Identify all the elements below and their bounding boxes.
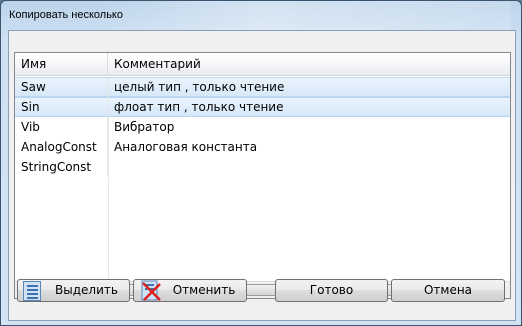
cell-comment: целый тип , только чтение	[114, 80, 285, 94]
table-row[interactable]: AnalogConst Аналоговая константа	[15, 137, 510, 157]
select-all-button[interactable]: Выделить	[17, 279, 130, 302]
table-row[interactable]: StringConst	[15, 157, 510, 177]
cell-name: Saw	[15, 78, 108, 98]
deselect-label: Отменить	[172, 283, 236, 297]
done-button[interactable]: Готово	[275, 279, 388, 302]
grid-header: Имя Комментарий	[15, 53, 510, 76]
cell-name: Vib	[15, 117, 108, 137]
cell-name: Sin	[15, 98, 108, 118]
variables-grid[interactable]: Имя Комментарий Saw целый тип , только ч…	[14, 52, 511, 299]
cell-comment: Вибратор	[114, 120, 175, 134]
column-header-comment[interactable]: Комментарий	[108, 53, 510, 76]
cell-comment: флоат тип , только чтение	[114, 100, 284, 114]
cancel-button[interactable]: Отмена	[391, 279, 505, 302]
dialog-window: Копировать несколько Имя Комментарий Saw…	[0, 0, 522, 326]
table-row[interactable]: Saw целый тип , только чтение	[15, 77, 510, 98]
deselect-button[interactable]: Отменить	[133, 279, 247, 302]
cell-comment	[108, 157, 114, 177]
document-list-icon	[23, 281, 41, 301]
column-header-name[interactable]: Имя	[15, 53, 108, 76]
window-title: Копировать несколько	[9, 9, 123, 21]
table-row[interactable]: Vib Вибратор	[15, 117, 510, 137]
cell-comment: Аналоговая константа	[114, 140, 258, 154]
select-all-label: Выделить	[55, 283, 118, 297]
cell-name: AnalogConst	[15, 137, 108, 157]
grid-rows: Saw целый тип , только чтение Sin флоат …	[15, 77, 510, 177]
document-cross-icon	[140, 280, 162, 302]
cell-name: StringConst	[15, 157, 108, 177]
dialog-client-area: Имя Комментарий Saw целый тип , только ч…	[8, 30, 516, 321]
table-row[interactable]: Sin флоат тип , только чтение	[15, 97, 510, 118]
title-bar[interactable]: Копировать несколько	[1, 1, 521, 29]
